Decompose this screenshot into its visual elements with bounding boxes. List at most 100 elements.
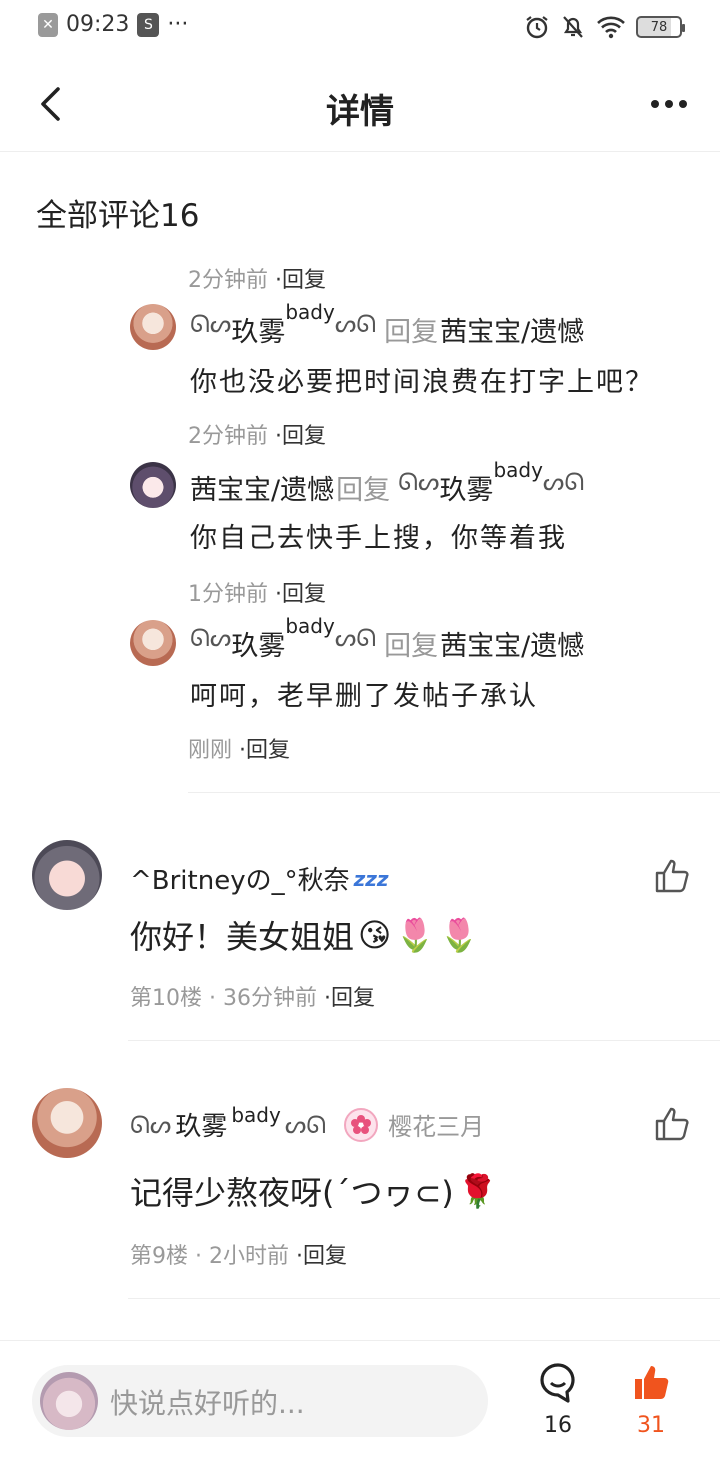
comment-input[interactable]: 快说点好听的... xyxy=(32,1365,488,1437)
reply-header: ᘏᔕ 玖雾 bady ᔕᘏ 回复 茜宝宝/遗憾 xyxy=(190,614,584,663)
avatar[interactable] xyxy=(130,304,176,350)
name-decoration-icon: ᔕᘏ xyxy=(334,624,377,652)
app-notification-icon: S xyxy=(137,12,160,37)
comment-author: ^Britneyの_°秋奈 zzz xyxy=(130,860,389,897)
reply-target-username[interactable]: 茜宝宝/遗憾 xyxy=(440,624,584,663)
divider xyxy=(188,792,720,793)
thumbs-up-icon xyxy=(655,1107,689,1141)
reply-word: 回复 xyxy=(384,631,439,662)
more-dot-icon xyxy=(679,100,687,108)
username-suffix: bady xyxy=(231,1102,281,1127)
reply-time: 刚刚 xyxy=(188,738,233,763)
reply-username[interactable]: 玖雾 xyxy=(231,624,285,663)
alarm-icon xyxy=(526,16,548,39)
more-dot-icon xyxy=(665,100,673,108)
thumbs-up-filled-icon xyxy=(635,1366,669,1399)
comment-bubble-icon xyxy=(540,1363,575,1403)
reply-link[interactable]: ·回复 xyxy=(275,424,326,449)
comment-count: 16 xyxy=(544,1413,572,1438)
like-button[interactable] xyxy=(652,856,692,896)
reply-time: 1分钟前 xyxy=(188,582,268,607)
comment-time: · 2小时前 xyxy=(195,1244,289,1269)
reply-username[interactable]: 玖雾 xyxy=(231,310,285,349)
badge-label: 樱花三月 xyxy=(388,1113,485,1141)
mute-icon xyxy=(563,16,583,38)
name-decoration-icon: ᘏᔕ xyxy=(190,310,232,338)
comments-button[interactable]: 16 xyxy=(532,1361,584,1447)
reply-link[interactable]: ·回复 xyxy=(275,268,326,293)
comment-meta: 第9楼 · 2小时前 ·回复 xyxy=(130,1238,347,1270)
divider xyxy=(128,1040,720,1041)
reply-meta: 2分钟前 ·回复 xyxy=(188,418,326,450)
tulip-emoji-icon: 🌷 xyxy=(395,916,436,954)
username-suffix: bady xyxy=(285,614,335,638)
battery-icon: 78 xyxy=(636,16,685,38)
tulip-emoji-icon: 🌷 xyxy=(439,916,480,954)
comment-floor: 第9楼 xyxy=(130,1244,188,1269)
avatar[interactable] xyxy=(32,1088,102,1158)
reply-meta: 1分钟前 ·回复 xyxy=(188,576,326,608)
name-decoration-icon: ᘏᔕ xyxy=(130,1110,172,1139)
name-decoration-icon: ᘏᔕ xyxy=(190,624,232,652)
more-dot-icon xyxy=(651,100,659,108)
reply-time: 2分钟前 xyxy=(188,268,268,293)
notification-icon: ✕ xyxy=(38,12,58,37)
reply-word: 回复 xyxy=(336,475,391,506)
status-bar: ✕ 09:23 S ··· 78 xyxy=(0,0,720,56)
status-right: 78 xyxy=(524,14,685,40)
status-more-dots: ··· xyxy=(167,12,189,37)
comments-section-title: 全部评论16 xyxy=(36,198,200,234)
reply-username[interactable]: 茜宝宝/遗憾 xyxy=(190,468,334,507)
reply-meta: 刚刚 ·回复 xyxy=(188,732,290,764)
reply-word: 回复 xyxy=(384,317,439,348)
reply-meta: 2分钟前 ·回复 xyxy=(188,262,326,294)
comment-input-placeholder[interactable]: 快说点好听的... xyxy=(110,1382,305,1422)
battery-level: 78 xyxy=(650,19,668,35)
reply-text: 呵呵，老早删了发帖子承认 xyxy=(190,681,538,712)
reply-link[interactable]: ·回复 xyxy=(275,582,326,607)
reply-header: 茜宝宝/遗憾 回复 ᘏᔕ 玖雾 bady ᔕᘏ xyxy=(190,458,584,507)
reply-target-username[interactable]: 玖雾 xyxy=(439,468,493,507)
name-decoration-icon: ᔕᘏ xyxy=(284,1110,327,1139)
zzz-icon: zzz xyxy=(353,866,389,891)
rose-emoji-icon: 🌹 xyxy=(457,1172,498,1210)
reply-text: 你自己去快手上搜，你等着我 xyxy=(190,523,567,554)
thumbs-up-icon xyxy=(655,859,689,893)
reply-time: 2分钟前 xyxy=(188,424,268,449)
comment-text: 记得少熬夜呀(´つヮ⊂) 🌹 xyxy=(130,1168,498,1214)
avatar[interactable] xyxy=(32,840,102,910)
comment-meta: 第10楼 · 36分钟前 ·回复 xyxy=(130,980,375,1012)
like-button[interactable] xyxy=(652,1104,692,1144)
reply-link[interactable]: ·回复 xyxy=(324,986,375,1011)
reply-link[interactable]: ·回复 xyxy=(239,738,290,763)
wifi-icon xyxy=(597,16,625,39)
like-count: 31 xyxy=(637,1413,665,1438)
comment-floor: 第10楼 xyxy=(130,986,202,1011)
reply-target-username[interactable]: 茜宝宝/遗憾 xyxy=(440,310,584,349)
top-nav-bar: 详情 xyxy=(0,56,720,152)
comment-username[interactable]: 玖雾 xyxy=(175,1106,227,1143)
comment-text: 你好！美女姐姐 😘 🌷 🌷 xyxy=(130,912,479,958)
like-button[interactable]: 31 xyxy=(624,1361,678,1447)
kiss-emoji-icon: 😘 xyxy=(358,916,392,954)
avatar[interactable] xyxy=(130,462,176,508)
comment-username[interactable]: ^Britneyの_°秋奈 xyxy=(130,860,350,897)
comment-body: 记得少熬夜呀(´つヮ⊂) xyxy=(130,1174,454,1212)
reply-header: ᘏᔕ 玖雾 bady ᔕᘏ 回复 茜宝宝/遗憾 xyxy=(190,300,584,349)
comment-time: · 36分钟前 xyxy=(209,986,317,1011)
page-title: 详情 xyxy=(326,92,394,132)
comment-author: ᘏᔕ 玖雾 bady ᔕᘏ 樱花三月 xyxy=(130,1102,485,1143)
more-options-button[interactable] xyxy=(644,86,694,122)
comment-body: 你好！美女姐姐 xyxy=(130,918,355,956)
reply-text: 你也没必要把时间浪费在打字上吧？ xyxy=(190,367,654,398)
avatar[interactable] xyxy=(130,620,176,666)
sakura-badge-icon xyxy=(344,1107,379,1142)
bottom-bar: 快说点好听的... 16 31 xyxy=(0,1340,720,1460)
username-suffix: bady xyxy=(285,300,335,324)
username-suffix: bady xyxy=(493,458,543,482)
divider xyxy=(128,1298,720,1299)
reply-link[interactable]: ·回复 xyxy=(296,1244,347,1269)
avatar xyxy=(40,1372,98,1430)
status-time: 09:23 xyxy=(66,12,130,37)
name-decoration-icon: ᘏᔕ xyxy=(398,468,440,496)
